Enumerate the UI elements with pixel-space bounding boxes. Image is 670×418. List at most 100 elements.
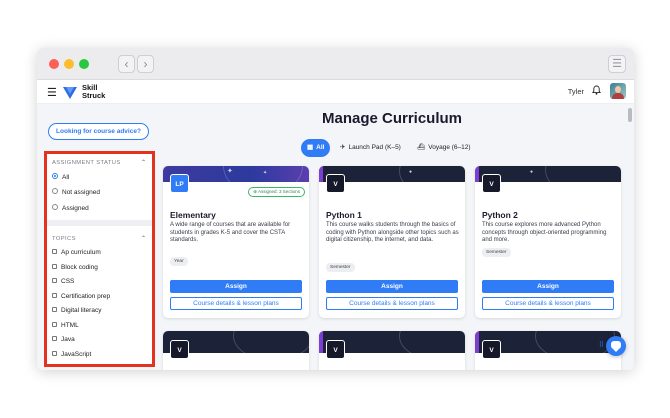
- browser-menu-icon[interactable]: ☰: [608, 55, 626, 73]
- grid-icon: ▦: [307, 144, 314, 151]
- checkbox-icon[interactable]: [52, 248, 57, 254]
- chat-button[interactable]: [606, 336, 626, 356]
- topic-checkbox[interactable]: Certification prep: [52, 292, 110, 301]
- radio-all[interactable]: All: [52, 173, 69, 182]
- checkbox-icon[interactable]: [52, 321, 57, 327]
- duration-tag: Semester: [482, 248, 511, 257]
- assign-button[interactable]: Assign: [482, 280, 614, 293]
- back-button[interactable]: ‹: [118, 55, 135, 73]
- course-details-button[interactable]: Course details & lesson plans: [170, 297, 302, 310]
- card-badge: V: [326, 340, 345, 359]
- filter-panel: ASSIGNMENT STATUS ⌃ All Not assigned Ass…: [44, 151, 155, 367]
- card-title: Elementary: [170, 210, 216, 220]
- skillstruck-logo-icon[interactable]: [62, 84, 78, 100]
- close-window-button[interactable]: [49, 59, 59, 69]
- hamburger-menu-icon[interactable]: ☰: [47, 86, 57, 99]
- tab-all[interactable]: ▦ All: [301, 139, 331, 157]
- radio-icon[interactable]: [52, 204, 58, 211]
- banner-star: ●: [530, 169, 534, 175]
- forward-button[interactable]: ›: [137, 55, 154, 73]
- banner-decoration: [545, 166, 621, 182]
- avatar-shirt: [612, 93, 624, 99]
- banner-decoration: [535, 331, 615, 353]
- radio-icon[interactable]: [52, 188, 58, 195]
- topic-checkbox[interactable]: HTML: [52, 321, 79, 330]
- topic-checkbox[interactable]: Block coding: [52, 263, 98, 272]
- chevron-up-icon[interactable]: ⌃: [141, 235, 146, 242]
- minimize-window-button[interactable]: [64, 59, 74, 69]
- banner-accent: [319, 166, 323, 182]
- assigned-tag-label: Assigned: 3 Sections: [257, 189, 300, 194]
- radio-assigned[interactable]: Assigned: [52, 204, 89, 213]
- topic-label: HTML: [61, 322, 79, 329]
- bell-icon[interactable]: [591, 85, 602, 97]
- checkbox-icon[interactable]: [52, 335, 57, 341]
- topic-checkbox[interactable]: CSS: [52, 277, 74, 286]
- checkbox-icon[interactable]: [52, 306, 57, 312]
- course-details-button[interactable]: Course details & lesson plans: [482, 297, 614, 310]
- topic-checkbox[interactable]: Java: [52, 335, 75, 344]
- main-content: Looking for course advice? ASSIGNMENT ST…: [37, 104, 634, 370]
- duration-tag: Year: [170, 257, 188, 266]
- radio-not-assigned[interactable]: Not assigned: [52, 188, 100, 197]
- card-badge: V: [170, 340, 189, 359]
- checkbox-icon[interactable]: [52, 350, 57, 356]
- tab-voyage[interactable]: ⛴ Voyage (6–12): [411, 139, 477, 157]
- topic-checkbox[interactable]: Digital literacy: [52, 306, 101, 315]
- assign-button[interactable]: Assign: [326, 280, 458, 293]
- topic-label: Certification prep: [61, 293, 111, 300]
- topic-checkbox[interactable]: Ap curriculum: [52, 248, 101, 257]
- radio-selected-icon[interactable]: [52, 173, 58, 180]
- avatar-face: [615, 86, 621, 93]
- course-card: V: [163, 331, 309, 370]
- course-card-python-2: ● V Python 2 This course explores more a…: [475, 166, 621, 318]
- drag-handle-icon[interactable]: ⠿: [599, 342, 604, 349]
- grade-band-tabs: ▦ All ✈ Launch Pad (K–5) ⛴ Voyage (6–12): [301, 139, 487, 157]
- browser-titlebar: ‹ › ☰: [37, 48, 634, 80]
- assigned-sections-tag: ⊕ Assigned: 3 Sections: [248, 187, 305, 197]
- assign-button[interactable]: Assign: [170, 280, 302, 293]
- banner-star: ✦: [263, 170, 268, 176]
- username[interactable]: Tyler: [568, 87, 584, 96]
- checkbox-icon[interactable]: [52, 277, 57, 283]
- banner-star: ●: [409, 169, 413, 175]
- topic-label: Ap curriculum: [61, 249, 101, 256]
- course-advice-button[interactable]: Looking for course advice?: [48, 123, 149, 140]
- maximize-window-button[interactable]: [79, 59, 89, 69]
- logo-text: Skill Struck: [82, 84, 105, 100]
- card-badge: V: [326, 174, 345, 193]
- banner-accent: [319, 331, 323, 353]
- ship-icon: ⛴: [417, 144, 426, 151]
- topic-checkbox[interactable]: JavaScript: [52, 350, 91, 359]
- chevron-up-icon[interactable]: ⌃: [141, 159, 146, 166]
- checkbox-icon[interactable]: [52, 292, 57, 298]
- banner-decoration: [399, 331, 465, 353]
- tab-label: Launch Pad (K–5): [348, 144, 401, 151]
- card-title: Python 2: [482, 210, 518, 220]
- course-card-elementary: ✦ ✦ LP ⊕ Assigned: 3 Sections Elementary…: [163, 166, 309, 318]
- card-badge: V: [482, 174, 501, 193]
- rocket-icon: ✈: [340, 144, 346, 151]
- course-card: V: [475, 331, 621, 370]
- card-badge: V: [482, 340, 501, 359]
- logo-line-2: Struck: [82, 91, 106, 100]
- topic-label: Digital literacy: [61, 307, 102, 314]
- topic-label: CSS: [61, 278, 75, 285]
- card-description: A wide range of courses that are availab…: [170, 222, 291, 244]
- duration-tag: Semester: [326, 263, 355, 272]
- checkbox-icon[interactable]: [52, 263, 57, 269]
- topic-label: Java: [61, 336, 75, 343]
- radio-label: Not assigned: [62, 189, 100, 196]
- section-divider: [47, 220, 152, 226]
- course-card-python-1: ● V Python 1 This course walks students …: [319, 166, 465, 318]
- card-description: This course explores more advanced Pytho…: [482, 222, 607, 244]
- radio-label: All: [62, 174, 70, 181]
- avatar[interactable]: [610, 83, 626, 99]
- tab-launch-pad[interactable]: ✈ Launch Pad (K–5): [334, 139, 407, 157]
- card-description: This course walks students through the b…: [326, 222, 459, 244]
- course-details-button[interactable]: Course details & lesson plans: [326, 297, 458, 310]
- banner-decoration: [233, 331, 309, 353]
- banner-star: ✦: [227, 168, 233, 175]
- scrollbar[interactable]: [628, 108, 632, 122]
- banner-accent: [475, 166, 479, 182]
